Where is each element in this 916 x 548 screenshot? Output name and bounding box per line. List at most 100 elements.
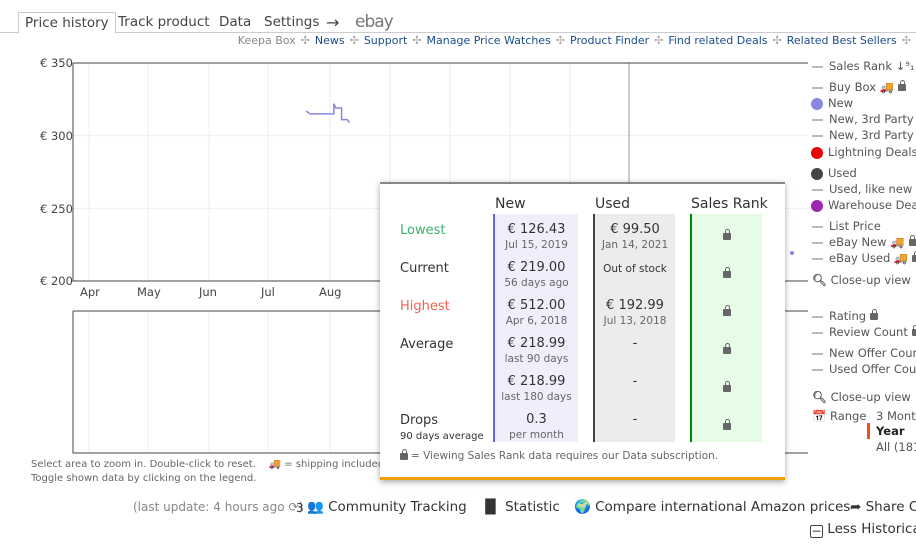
legend-item[interactable]: eBay Used 🚚 <box>812 250 916 266</box>
legend-label: New Offer Count <box>829 346 916 360</box>
compare-prices-link[interactable]: 🌍 Compare international Amazon prices <box>574 499 850 515</box>
x-tick: Jun <box>199 285 217 299</box>
dash-icon <box>812 241 823 244</box>
legend-item[interactable]: Buy Box 🚚 <box>812 79 906 95</box>
y-tick: € 250 <box>40 202 73 216</box>
truck-icon: 🚚 <box>268 459 282 470</box>
legend-item[interactable]: New, 3rd Party FBM <box>812 127 916 143</box>
legend-item[interactable]: Review Count <box>812 324 916 340</box>
legend-item[interactable]: 🔍︎ Close-up view <box>812 389 911 405</box>
legend-item[interactable]: Rating <box>812 308 879 324</box>
lock-icon <box>908 235 916 246</box>
range-option[interactable]: All (181 <box>876 439 916 455</box>
statistic-link[interactable]: ▐▌ Statistic <box>480 499 560 515</box>
dash-icon <box>812 368 823 371</box>
legend-item[interactable]: Lightning Deals <box>811 144 916 160</box>
used-cell: - <box>632 374 638 389</box>
search-icon: 🔍︎ <box>812 390 827 404</box>
row-label: Average <box>400 337 454 352</box>
less-historical-button[interactable]: − Less Historical <box>810 521 916 538</box>
legend-label: Close-up view <box>830 273 911 287</box>
dash-icon <box>812 86 823 89</box>
series-line-new <box>305 103 350 124</box>
header-sales-rank: Sales Rank <box>691 196 768 212</box>
x-tick: Apr <box>80 285 100 299</box>
legend-label: Review Count <box>829 325 908 339</box>
legend-label: Used <box>828 166 857 180</box>
used-cell: € 192.99 Jul 13, 2018 <box>603 298 667 327</box>
legend-label: Buy Box 🚚 <box>829 80 894 94</box>
dash-icon <box>812 134 823 137</box>
dash-icon <box>812 65 823 68</box>
community-tracking-link[interactable]: 👥 Community Tracking <box>307 499 467 515</box>
y-tick: € 350 <box>40 56 73 70</box>
statistics-popup: New Used Sales Rank € 126.43 Jul 15, 2019… <box>380 182 785 480</box>
legend-item[interactable]: Used <box>811 165 857 181</box>
lock-icon <box>723 229 731 240</box>
legend-item[interactable]: Warehouse Deals <box>811 197 916 213</box>
legend-label: List Price <box>829 219 881 233</box>
legend-label: Close-up view <box>830 390 911 404</box>
legend-item[interactable]: New <box>811 95 853 111</box>
last-update: (last update: 4 hours ago ⟳) <box>133 500 304 514</box>
legend-item[interactable]: eBay New 🚚 <box>812 234 916 250</box>
search-icon: 🔍︎ <box>812 273 827 287</box>
new-cell: € 512.00 Apr 6, 2018 <box>505 298 568 327</box>
lock-icon <box>723 305 731 316</box>
row-label: Highest <box>400 299 450 314</box>
dash-icon <box>812 315 823 318</box>
legend-label: New, 3rd Party FBM <box>829 128 916 142</box>
used-column: € 99.50 Jan 14, 2021 Out of stock € 192.99 J… <box>593 214 675 442</box>
calendar-icon: 📅 <box>812 409 827 423</box>
tracking-count: 3 <box>296 501 304 515</box>
range-selector: 📅 Range <box>812 408 866 424</box>
dot-icon <box>811 146 823 159</box>
legend-item[interactable]: New, 3rd Party FBA <box>812 111 916 127</box>
row-label: Lowest <box>400 223 446 238</box>
share-icon: ➦ <box>850 499 862 515</box>
lock-icon <box>723 343 731 354</box>
legend-item[interactable]: 🔍︎ Close-up view <box>812 272 911 288</box>
legend-label: eBay New 🚚 <box>829 235 905 249</box>
x-tick: Jul <box>261 285 275 299</box>
legend-item[interactable]: New Offer Count <box>812 345 916 361</box>
range-label: Range <box>829 409 867 423</box>
lock-icon <box>723 267 731 278</box>
legend-label: Used Offer Count <box>829 362 916 376</box>
lock-icon <box>912 251 916 262</box>
range-option[interactable]: Year <box>867 423 905 439</box>
range-option[interactable]: 3 Months <box>876 408 916 424</box>
new-cell: € 218.99 last 180 days <box>501 374 572 403</box>
dash-icon <box>812 352 823 355</box>
dot-icon <box>811 167 823 180</box>
series-marker <box>790 251 794 255</box>
lock-icon <box>870 309 879 320</box>
users-icon: 👥 <box>307 499 324 515</box>
new-cell: € 218.99 last 90 days <box>504 336 569 365</box>
legend-label: Sales Rank ↓⁹₁ <box>829 59 915 73</box>
used-cell: - <box>632 412 638 427</box>
legend-item[interactable]: Used, like new 🚚 <box>812 181 916 197</box>
lock-icon <box>898 80 906 91</box>
dot-icon <box>811 199 823 212</box>
dash-icon <box>812 118 823 121</box>
header-used: Used <box>595 196 631 212</box>
globe-icon: 🌍 <box>574 499 591 515</box>
row-label: Drops 90 days average <box>400 413 484 442</box>
dot-icon <box>811 97 823 110</box>
legend-label: Rating <box>829 309 867 323</box>
new-cell: € 126.43 Jul 15, 2019 <box>505 222 568 251</box>
x-tick: Aug <box>319 285 342 299</box>
bar-chart-icon: ▐▌ <box>480 499 501 515</box>
row-label: Current <box>400 261 449 276</box>
share-link[interactable]: ➦ Share C <box>850 499 916 515</box>
x-tick: May <box>137 285 161 299</box>
zoom-hint: Select area to zoom in. Double-click to … <box>31 459 385 470</box>
used-cell: - <box>632 336 638 351</box>
legend-item[interactable]: Sales Rank ↓⁹₁ <box>812 58 916 74</box>
lock-icon <box>400 448 408 460</box>
legend-item[interactable]: List Price <box>812 218 881 234</box>
legend-item[interactable]: Used Offer Count <box>812 361 916 377</box>
lock-icon <box>723 419 731 430</box>
y-tick: € 300 <box>40 129 73 143</box>
